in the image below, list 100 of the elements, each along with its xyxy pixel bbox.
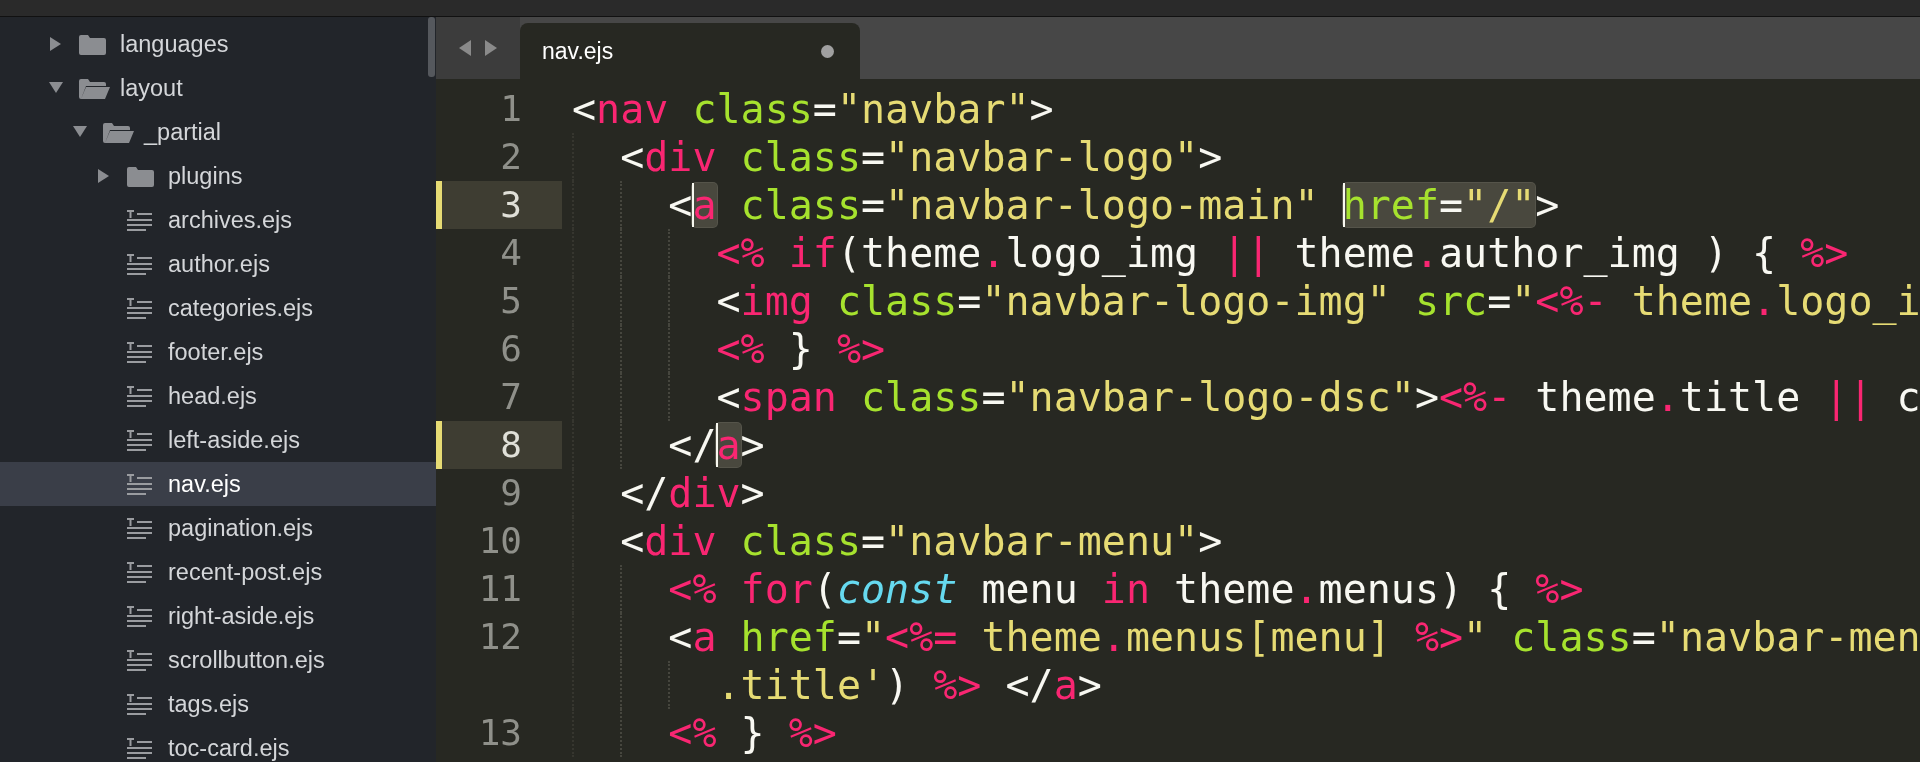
file-tree-item[interactable]: categories.ejs xyxy=(0,286,436,330)
code-token: . xyxy=(1294,565,1319,613)
code-token: </ xyxy=(668,421,717,469)
editor-tab[interactable]: nav.ejs xyxy=(520,23,860,79)
code-token: < xyxy=(620,133,645,181)
code-token: " xyxy=(1463,613,1488,661)
file-tree-item[interactable]: pagination.ejs xyxy=(0,506,436,550)
code-token: a xyxy=(1053,661,1078,709)
code-token: theme xyxy=(1630,277,1753,325)
file-tree-item[interactable]: right-aside.ejs xyxy=(0,594,436,638)
line-number: 8 xyxy=(436,421,562,469)
file-tree-item[interactable]: archives.ejs xyxy=(0,198,436,242)
line-number: 10 xyxy=(477,519,523,563)
forward-arrow-icon[interactable] xyxy=(483,39,499,57)
code-token: } xyxy=(787,325,814,373)
code-token: </ xyxy=(1004,661,1054,709)
file-tree-item[interactable]: tags.ejs xyxy=(0,682,436,726)
text-file-icon xyxy=(126,605,153,627)
text-file-icon xyxy=(126,429,153,451)
text-file-icon xyxy=(126,253,153,275)
text-file-icon xyxy=(126,649,153,671)
code-token: src xyxy=(1413,277,1488,325)
code-token: <% xyxy=(668,565,717,613)
code-token: %> xyxy=(1535,565,1584,613)
code-token: theme xyxy=(1293,229,1415,277)
code-token: </ xyxy=(620,469,669,517)
code-token: = xyxy=(812,85,837,133)
file-tree-item[interactable]: recent-post.ejs xyxy=(0,550,436,594)
code-token: > xyxy=(1414,373,1439,421)
code-token: menu xyxy=(980,565,1079,613)
text-file-icon xyxy=(126,209,153,231)
code-token: = xyxy=(861,181,886,229)
file-tree-item[interactable]: footer.ejs xyxy=(0,330,436,374)
text-file-icon xyxy=(126,693,153,715)
text-file-icon xyxy=(126,737,153,759)
code-token: <%- xyxy=(1535,277,1608,325)
code-token: class xyxy=(835,277,958,325)
code-token: "navbar" xyxy=(836,85,1030,133)
code-token: theme xyxy=(1173,565,1295,613)
file-tree-item[interactable]: scrollbutton.ejs xyxy=(0,638,436,682)
code-token: "navbar-men xyxy=(1655,613,1920,661)
code-token: > xyxy=(740,469,765,517)
line-number: 6 xyxy=(499,327,523,371)
code-token: > xyxy=(1077,661,1102,709)
code-token: < xyxy=(668,613,693,661)
code-token: %> xyxy=(933,661,982,709)
code-token: = xyxy=(1487,277,1512,325)
code-token: > xyxy=(1198,133,1223,181)
code-token: class xyxy=(691,85,813,133)
code-token: if xyxy=(787,229,837,277)
code-token: .title' xyxy=(716,661,886,709)
scrollbar-thumb[interactable] xyxy=(428,17,435,77)
back-arrow-icon[interactable] xyxy=(457,39,473,57)
code-token: ) xyxy=(885,661,911,709)
code-token: logo_img xyxy=(1005,229,1200,277)
line-number: 5 xyxy=(499,279,523,323)
code-token: a xyxy=(692,183,717,227)
code-token: "navbar-logo-dsc" xyxy=(1005,373,1415,421)
file-tree-item[interactable]: languages xyxy=(0,22,436,66)
file-tree-item[interactable]: nav.ejs xyxy=(0,462,436,506)
code-token: " xyxy=(861,613,886,661)
code-token: "navbar-logo-main" xyxy=(885,181,1320,229)
code-token: author_img ) { xyxy=(1439,229,1778,277)
file-tree-item[interactable]: author.ejs xyxy=(0,242,436,286)
code-token: in xyxy=(1101,565,1150,613)
code-token: a xyxy=(692,613,717,661)
code-token: class xyxy=(739,517,861,565)
line-number: 1 xyxy=(499,87,523,131)
code-token: || xyxy=(1824,373,1873,421)
code-token: for xyxy=(739,565,813,613)
code-token: href xyxy=(739,613,837,661)
code-token: <%- xyxy=(1439,373,1512,421)
code-token: c xyxy=(1895,373,1920,421)
code-token: < xyxy=(668,181,693,229)
file-tree-item[interactable]: left-aside.ejs xyxy=(0,418,436,462)
code-token: . xyxy=(981,229,1006,277)
code-token: "navbar-menu" xyxy=(885,517,1199,565)
file-tree-item[interactable]: _partial xyxy=(0,110,436,154)
code-token: || xyxy=(1222,229,1271,277)
code-token: theme xyxy=(980,613,1102,661)
code-token: class xyxy=(739,133,861,181)
code-token: <% xyxy=(668,709,717,757)
text-file-icon xyxy=(126,341,153,363)
file-tree-item[interactable]: toc-card.ejs xyxy=(0,726,436,762)
code-token: img xyxy=(740,277,813,325)
open-folder-icon xyxy=(78,76,110,100)
code-token: "/" xyxy=(1463,183,1536,227)
file-tree-item[interactable]: plugins xyxy=(0,154,436,198)
file-tree-item[interactable]: head.ejs xyxy=(0,374,436,418)
code-token: href xyxy=(1342,183,1439,227)
line-number: 4 xyxy=(499,231,523,275)
line-number: 3 xyxy=(436,181,562,229)
text-file-icon xyxy=(126,385,153,407)
code-token: const xyxy=(836,565,958,613)
line-number: 2 xyxy=(499,135,523,179)
code-token: title xyxy=(1679,373,1802,421)
text-file-icon xyxy=(126,473,153,495)
code-token: = xyxy=(1439,183,1464,227)
file-tree-item[interactable]: layout xyxy=(0,66,436,110)
code-token: div xyxy=(644,133,717,181)
